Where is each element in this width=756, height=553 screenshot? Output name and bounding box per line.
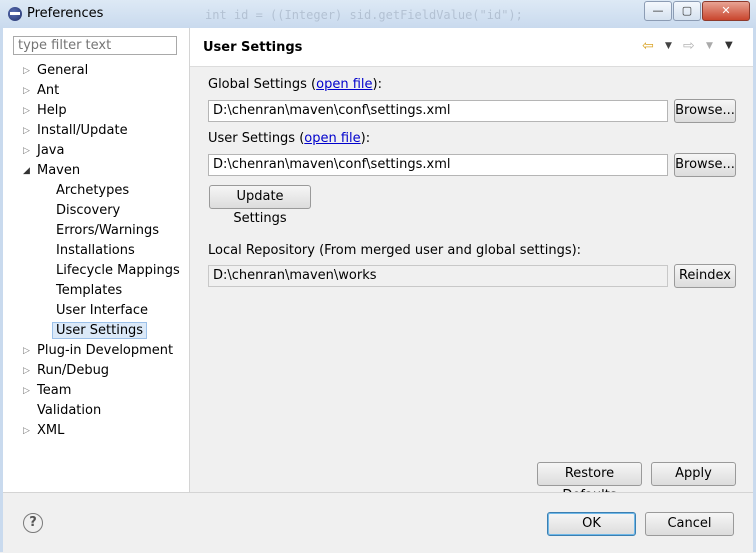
tree-item-label: Install/Update xyxy=(37,123,128,138)
tree-item-label: Errors/Warnings xyxy=(56,223,160,238)
expand-arrow-icon[interactable]: ▷ xyxy=(23,142,30,160)
forward-arrow-icon: ⇨ xyxy=(683,38,695,54)
background-code-text: int id = ((Integer) sid.getFieldValue("i… xyxy=(205,8,523,22)
global-browse-button[interactable]: Browse... xyxy=(674,99,736,123)
global-open-file-link[interactable]: open file xyxy=(316,77,372,92)
tree-item-label: Run/Debug xyxy=(37,363,110,378)
restore-defaults-button[interactable]: Restore Defaults xyxy=(537,462,642,503)
tree-item-label: User Settings xyxy=(52,322,148,339)
tree-item-discovery[interactable]: Discovery xyxy=(56,202,120,220)
tree-item-label: XML xyxy=(37,423,65,438)
user-settings-field[interactable]: D:\chenran\maven\conf\settings.xml xyxy=(208,154,668,176)
expand-arrow-icon[interactable]: ▷ xyxy=(23,422,30,440)
tree-item-installations[interactable]: Installations xyxy=(56,242,135,260)
tree-item-ant[interactable]: ▷ Ant xyxy=(23,82,60,100)
tree-item-user-interface[interactable]: User Interface xyxy=(56,302,148,320)
expand-arrow-icon[interactable]: ▷ xyxy=(23,102,30,120)
tree-item-xml[interactable]: ▷ XML xyxy=(23,422,65,440)
filter-input[interactable] xyxy=(13,36,177,55)
apply-button[interactable]: Apply xyxy=(651,462,736,486)
tree-item-label: Help xyxy=(37,103,67,118)
tree-item-templates[interactable]: Templates xyxy=(56,282,122,300)
tree-item-help[interactable]: ▷ Help xyxy=(23,102,67,120)
ok-button[interactable]: OK xyxy=(547,512,636,536)
view-menu-icon[interactable]: ▼ xyxy=(725,40,733,51)
preferences-tree-panel: ▷ General ▷ Ant ▷ Help ▷ Install/Update ▷ Jav… xyxy=(3,28,190,492)
back-arrow-icon[interactable]: ⇦ xyxy=(642,38,654,54)
forward-dropdown-icon: ▼ xyxy=(706,41,713,51)
user-settings-label-text: User Settings ( xyxy=(208,131,305,146)
tree-item-plugin-development[interactable]: ▷ Plug-in Development xyxy=(23,342,174,360)
tree-item-archetypes[interactable]: Archetypes xyxy=(56,182,129,200)
tree-item-lifecycle-mappings[interactable]: Lifecycle Mappings xyxy=(56,262,180,280)
tree-item-label: Java xyxy=(37,143,65,158)
tree-item-team[interactable]: ▷ Team xyxy=(23,382,72,400)
tree-item-label: Archetypes xyxy=(56,183,130,198)
tree-item-run-debug[interactable]: ▷ Run/Debug xyxy=(23,362,110,380)
expand-arrow-icon[interactable]: ▷ xyxy=(23,82,30,100)
user-open-file-link[interactable]: open file xyxy=(304,131,360,146)
tree-item-user-settings[interactable]: User Settings xyxy=(52,322,148,340)
tree-item-maven[interactable]: ◢ Maven xyxy=(23,162,81,180)
update-settings-button[interactable]: Update Settings xyxy=(209,185,311,226)
global-settings-label-text: Global Settings ( xyxy=(208,77,317,92)
tree-item-errors-warnings[interactable]: Errors/Warnings xyxy=(56,222,159,240)
page-title: User Settings xyxy=(203,40,303,55)
global-settings-label: Global Settings (open file): xyxy=(208,77,382,92)
reindex-button[interactable]: Reindex xyxy=(674,264,736,288)
tree-item-label: Lifecycle Mappings xyxy=(56,263,180,278)
tree-item-validation[interactable]: Validation xyxy=(37,402,101,420)
close-button[interactable]: ✕ xyxy=(702,1,750,21)
expand-arrow-icon[interactable]: ▷ xyxy=(23,342,30,360)
user-settings-label: User Settings (open file): xyxy=(208,131,370,146)
cancel-button[interactable]: Cancel xyxy=(645,512,734,536)
tree-item-install-update[interactable]: ▷ Install/Update xyxy=(23,122,128,140)
expand-arrow-icon[interactable]: ▷ xyxy=(23,62,30,80)
expand-arrow-icon[interactable]: ▷ xyxy=(23,122,30,140)
window-titlebar: Preferences int id = ((Integer) sid.getF… xyxy=(0,0,756,29)
eclipse-icon xyxy=(8,7,22,21)
expand-arrow-icon[interactable]: ▷ xyxy=(23,362,30,380)
global-settings-label-suffix: ): xyxy=(372,77,382,92)
dialog-button-bar: ? OK Cancel xyxy=(3,492,753,553)
expand-arrow-icon[interactable]: ▷ xyxy=(23,382,30,400)
tree-item-label: User Interface xyxy=(56,303,148,318)
tree-item-label: Ant xyxy=(37,83,60,98)
back-dropdown-icon[interactable]: ▼ xyxy=(665,41,672,51)
tree-item-label: Maven xyxy=(37,163,81,178)
global-settings-field[interactable]: D:\chenran\maven\conf\settings.xml xyxy=(208,100,668,122)
maximize-button[interactable]: ▢ xyxy=(673,1,701,21)
tree-item-general[interactable]: ▷ General xyxy=(23,62,89,80)
minimize-button[interactable]: — xyxy=(644,1,672,21)
tree-item-label: Installations xyxy=(56,243,135,258)
tree-item-label: Validation xyxy=(37,403,102,418)
tree-item-label: Plug-in Development xyxy=(37,343,174,358)
tree-item-label: General xyxy=(37,63,89,78)
user-browse-button[interactable]: Browse... xyxy=(674,153,736,177)
user-settings-label-suffix: ): xyxy=(360,131,371,146)
window-title: Preferences xyxy=(27,6,104,21)
local-repository-label: Local Repository (From merged user and g… xyxy=(208,243,582,258)
local-repository-field: D:\chenran\maven\works xyxy=(208,265,668,287)
tree-item-label: Templates xyxy=(56,283,123,298)
user-settings-page: Global Settings (open file): D:\chenran\… xyxy=(190,67,753,503)
collapse-arrow-icon[interactable]: ◢ xyxy=(23,162,30,180)
tree-item-label: Discovery xyxy=(56,203,121,218)
help-icon[interactable]: ? xyxy=(23,513,43,533)
page-header: User Settings ⇦ ▼ ⇨ ▼ ▼ xyxy=(190,28,753,67)
tree-item-java[interactable]: ▷ Java xyxy=(23,142,65,160)
tree-item-label: Team xyxy=(37,383,72,398)
